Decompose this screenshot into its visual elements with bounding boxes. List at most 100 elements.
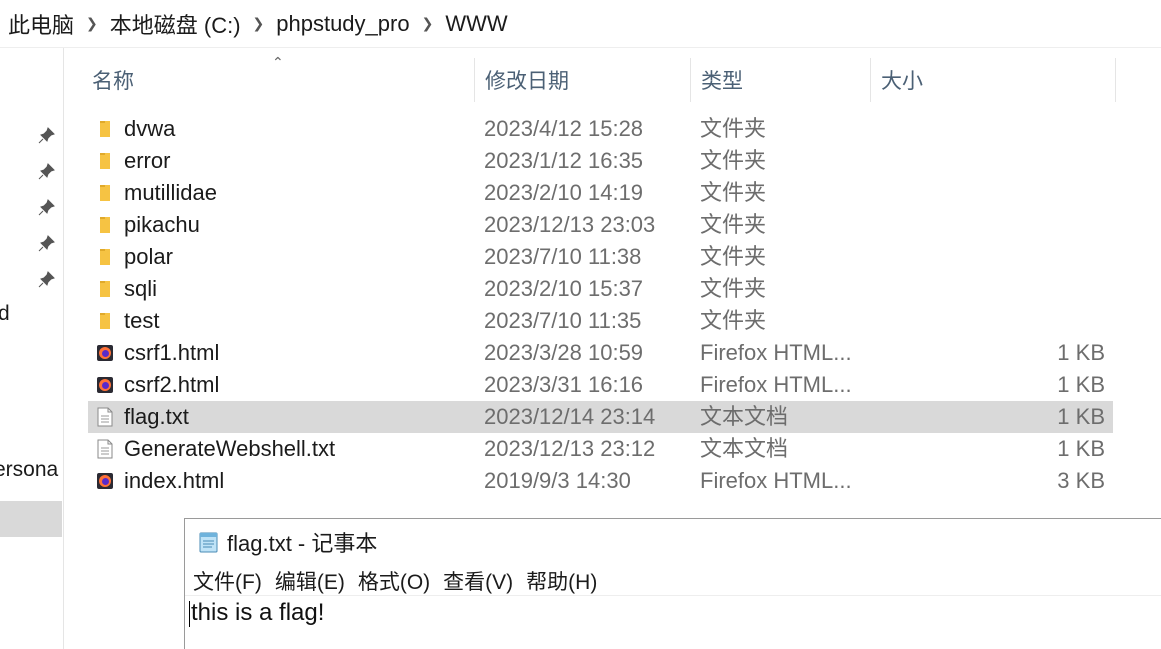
file-date-modified: 2023/12/14 23:14: [484, 404, 656, 429]
text-file-icon: [96, 439, 114, 459]
file-name: sqli: [124, 276, 158, 301]
file-row[interactable]: polar 2023/7/10 11:38 文件夹: [88, 241, 1113, 273]
file-row[interactable]: csrf1.html 2023/3/28 10:59 Firefox HTML...…: [88, 337, 1113, 369]
file-row[interactable]: mutillidae 2023/2/10 14:19 文件夹: [88, 177, 1113, 209]
folder-icon: [96, 151, 114, 171]
nav-item-label[interactable]: d: [0, 302, 10, 326]
column-header: 名称 修改日期 类型 大小: [64, 56, 1161, 104]
text-caret: [189, 600, 190, 627]
file-name: flag.txt: [124, 404, 189, 429]
firefox-html-icon: [96, 375, 114, 395]
file-name: GenerateWebshell.txt: [124, 436, 336, 461]
firefox-html-icon: [96, 343, 114, 363]
menu-view[interactable]: 查看(V): [441, 566, 520, 596]
file-name: csrf1.html: [124, 340, 220, 365]
file-row[interactable]: sqli 2023/2/10 15:37 文件夹: [88, 273, 1113, 305]
file-type: 文件夹: [700, 116, 767, 141]
nav-item-selected[interactable]: [0, 501, 62, 537]
notepad-window[interactable]: flag.txt - 记事本 文件(F) 编辑(E) 格式(O) 查看(V) 帮…: [184, 518, 1161, 649]
firefox-html-icon: [96, 471, 114, 491]
navigation-pane: d ersona: [0, 48, 64, 649]
file-name: pikachu: [124, 212, 200, 237]
file-type: 文件夹: [700, 308, 767, 333]
pin-icon[interactable]: [38, 270, 56, 288]
menu-file[interactable]: 文件(F): [191, 566, 269, 596]
file-row[interactable]: pikachu 2023/12/13 23:03 文件夹: [88, 209, 1113, 241]
file-date-modified: 2023/1/12 16:35: [484, 148, 644, 173]
folder-icon: [96, 279, 114, 299]
folder-icon: [96, 311, 114, 331]
file-date-modified: 2023/12/13 23:12: [484, 436, 656, 461]
file-type: 文本文档: [700, 436, 789, 461]
file-size: 3 KB: [1057, 468, 1105, 493]
file-size: 1 KB: [1057, 340, 1105, 365]
file-row[interactable]: index.html 2019/9/3 14:30 Firefox HTML... 3…: [88, 465, 1113, 497]
notepad-icon: [199, 532, 218, 553]
menu-help[interactable]: 帮助(H): [524, 566, 604, 596]
column-header-type[interactable]: 类型: [691, 56, 871, 104]
notepad-title-bar[interactable]: flag.txt - 记事本: [197, 525, 377, 559]
file-date-modified: 2023/3/28 10:59: [484, 340, 644, 365]
file-size: 1 KB: [1057, 372, 1105, 397]
file-row[interactable]: flag.txt 2023/12/14 23:14 文本文档 1 KB: [88, 401, 1113, 433]
file-name: csrf2.html: [124, 372, 220, 397]
file-type: Firefox HTML...: [700, 372, 852, 397]
file-date-modified: 2023/4/12 15:28: [484, 116, 644, 141]
breadcrumb-item-phpstudy[interactable]: phpstudy_pro: [268, 11, 417, 37]
notepad-title: flag.txt - 记事本: [227, 531, 378, 556]
menu-edit[interactable]: 编辑(E): [273, 566, 352, 596]
menu-format[interactable]: 格式(O): [356, 566, 437, 596]
menubar-divider: [185, 595, 1161, 596]
breadcrumb: 此电脑 ❯ 本地磁盘 (C:) ❯ phpstudy_pro ❯ WWW: [0, 0, 1161, 48]
desktop: 此电脑 ❯ 本地磁盘 (C:) ❯ phpstudy_pro ❯ WWW d e…: [0, 0, 1161, 649]
file-type: Firefox HTML...: [700, 340, 852, 365]
notepad-text-area[interactable]: this is a flag!: [189, 599, 324, 627]
file-date-modified: 2023/3/31 16:16: [484, 372, 644, 397]
file-name: dvwa: [124, 116, 176, 141]
column-header-size[interactable]: 大小: [871, 56, 1115, 104]
file-name: error: [124, 148, 171, 173]
file-date-modified: 2023/2/10 14:19: [484, 180, 644, 205]
file-type: 文件夹: [700, 180, 767, 205]
file-name: mutillidae: [124, 180, 217, 205]
file-name: polar: [124, 244, 173, 269]
file-size: 1 KB: [1057, 436, 1105, 461]
column-divider[interactable]: [1115, 58, 1116, 102]
breadcrumb-item-www[interactable]: WWW: [437, 11, 515, 37]
folder-icon: [96, 247, 114, 267]
breadcrumb-item-local-disk[interactable]: 本地磁盘 (C:): [102, 8, 249, 40]
file-type: 文件夹: [700, 148, 767, 173]
file-type: 文件夹: [700, 244, 767, 269]
breadcrumb-item-this-pc[interactable]: 此电脑: [0, 8, 82, 40]
chevron-right-icon[interactable]: ❯: [418, 15, 438, 32]
file-row[interactable]: dvwa 2023/4/12 15:28 文件夹: [88, 113, 1113, 145]
pin-icon[interactable]: [38, 126, 56, 144]
file-row[interactable]: GenerateWebshell.txt 2023/12/13 23:12 文本文档…: [88, 433, 1113, 465]
file-name: test: [124, 308, 160, 333]
file-type: 文件夹: [700, 276, 767, 301]
file-type: 文件夹: [700, 212, 767, 237]
file-row[interactable]: csrf2.html 2023/3/31 16:16 Firefox HTML...…: [88, 369, 1113, 401]
notepad-menubar: 文件(F) 编辑(E) 格式(O) 查看(V) 帮助(H): [191, 565, 608, 597]
column-header-name[interactable]: 名称: [82, 56, 474, 104]
file-row[interactable]: test 2023/7/10 11:35 文件夹: [88, 305, 1113, 337]
file-type: Firefox HTML...: [700, 468, 852, 493]
folder-icon: [96, 119, 114, 139]
file-type: 文本文档: [700, 404, 789, 429]
file-list: dvwa 2023/4/12 15:28 文件夹 error 2023/1/12 16:…: [88, 113, 1113, 497]
notepad-content: this is a flag!: [191, 599, 325, 626]
pin-icon[interactable]: [38, 234, 56, 252]
pin-icon[interactable]: [38, 162, 56, 180]
folder-icon: [96, 215, 114, 235]
chevron-right-icon[interactable]: ❯: [249, 15, 269, 32]
file-date-modified: 2019/9/3 14:30: [484, 468, 631, 493]
file-date-modified: 2023/2/10 15:37: [484, 276, 644, 301]
file-row[interactable]: error 2023/1/12 16:35 文件夹: [88, 145, 1113, 177]
text-file-icon: [96, 407, 114, 427]
pin-icon[interactable]: [38, 198, 56, 216]
nav-item-label[interactable]: ersona: [0, 458, 58, 482]
column-header-date[interactable]: 修改日期: [475, 56, 690, 104]
chevron-right-icon[interactable]: ❯: [82, 15, 102, 32]
folder-icon: [96, 183, 114, 203]
file-size: 1 KB: [1057, 404, 1105, 429]
